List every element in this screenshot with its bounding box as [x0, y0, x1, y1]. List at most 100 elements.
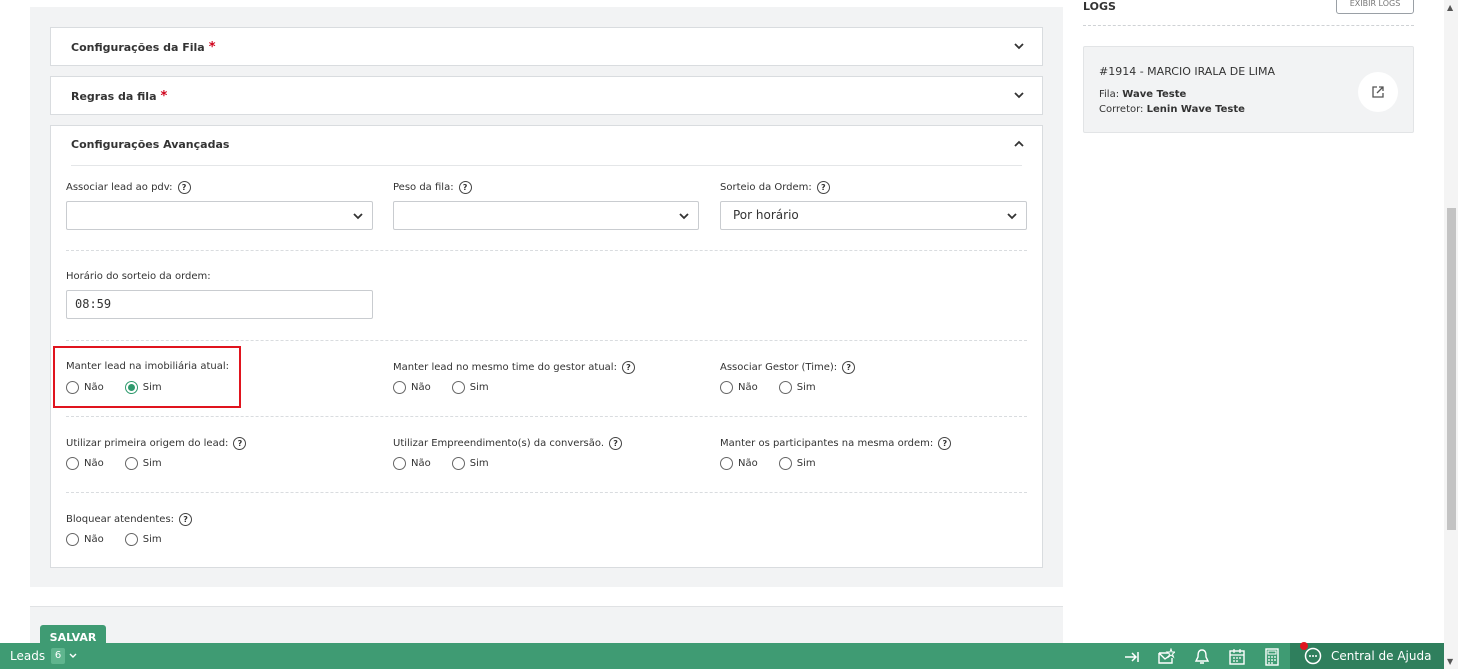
collapse-right-icon[interactable] [1123, 648, 1141, 666]
radio-circle[interactable] [124, 533, 138, 546]
radio-label: Sim [142, 458, 162, 469]
help-icon[interactable]: ? [458, 181, 472, 194]
open-external-button[interactable] [1358, 72, 1398, 112]
leads-label[interactable]: Leads [10, 649, 45, 663]
chevron-down-icon [679, 213, 689, 220]
scroll-up-icon[interactable]: ▲ [1447, 3, 1453, 12]
radio-sim[interactable]: Sim [451, 381, 489, 394]
highlight-box [53, 346, 241, 408]
help-icon[interactable]: ? [842, 361, 856, 374]
radio-sim[interactable]: Sim [451, 457, 489, 470]
radio-label: Não [84, 534, 104, 545]
radio-nao[interactable]: Não [393, 457, 431, 470]
radio-label: Sim [469, 458, 489, 469]
chevron-up-icon[interactable] [1012, 137, 1026, 151]
external-link-icon [1372, 86, 1384, 98]
associar-gestor-label: Associar Gestor (Time):? [720, 361, 856, 374]
radio-sim[interactable]: Sim [124, 533, 162, 546]
radio-circle[interactable] [66, 533, 79, 546]
calendar-icon[interactable] [1228, 648, 1246, 666]
divider [66, 416, 1027, 417]
mail-star-icon[interactable] [1157, 648, 1175, 666]
radio-label: Não [738, 458, 758, 469]
help-icon[interactable]: ? [938, 437, 952, 450]
radio-circle[interactable] [451, 457, 465, 470]
sorteio-ordem-select[interactable]: Por horário [720, 201, 1027, 230]
accordion-header[interactable]: Configurações Avançadas [51, 126, 1042, 164]
radio-circle[interactable] [393, 381, 406, 394]
radio-nao[interactable]: Não [720, 381, 758, 394]
divider [66, 492, 1027, 493]
peso-fila-label: Peso da fila:? [393, 181, 472, 194]
radio-label: Sim [142, 534, 162, 545]
divider [1083, 25, 1414, 26]
accordion-regras-fila[interactable]: Regras da fila * [50, 76, 1043, 115]
action-strip [30, 606, 1063, 646]
radio-label: Não [84, 458, 104, 469]
primeira-origem-label: Utilizar primeira origem do lead:? [66, 437, 247, 450]
radio-label: Sim [796, 382, 816, 393]
radio-circle[interactable] [778, 457, 792, 470]
radio-circle[interactable] [720, 457, 733, 470]
radio-circle[interactable] [393, 457, 406, 470]
show-logs-button[interactable]: EXIBIR LOGS [1336, 0, 1414, 14]
radio-circle[interactable] [778, 381, 792, 394]
bloquear-radio-group: Não Sim [66, 533, 183, 546]
required-mark: * [160, 89, 168, 104]
divider [66, 340, 1027, 341]
log-card-fila: Fila: Wave Teste [1099, 89, 1187, 100]
calculator-icon[interactable] [1263, 648, 1281, 666]
radio-circle[interactable] [66, 457, 79, 470]
scrollbar[interactable]: ▲ ▼ [1444, 0, 1458, 669]
associar-lead-pdv-label: Associar lead ao pdv:? [66, 181, 191, 194]
help-icon[interactable]: ? [179, 513, 193, 526]
bottom-bar: Leads 6 Central de Ajuda [0, 642, 1444, 669]
accordion-title: Configurações da Fila * [71, 40, 216, 55]
radio-sim[interactable]: Sim [778, 457, 816, 470]
bell-icon[interactable] [1193, 648, 1211, 666]
help-icon[interactable]: ? [621, 361, 635, 374]
radio-sim[interactable]: Sim [124, 457, 162, 470]
mesma-ordem-label: Manter os participantes na mesma ordem:? [720, 437, 952, 450]
log-card: #1914 - MARCIO IRALA DE LIMA Fila: Wave … [1083, 46, 1414, 133]
radio-nao[interactable]: Não [720, 457, 758, 470]
log-card-corretor: Corretor: Lenin Wave Teste [1099, 104, 1245, 115]
chevron-down-icon [353, 213, 363, 220]
radio-nao[interactable]: Não [66, 457, 104, 470]
radio-label: Sim [469, 382, 489, 393]
chevron-down-icon[interactable] [1012, 39, 1026, 53]
manter-time-gestor-label: Manter lead no mesmo time do gestor atua… [393, 361, 635, 374]
accordion-title: Configurações Avançadas [71, 138, 230, 151]
scroll-down-icon[interactable]: ▼ [1447, 657, 1453, 666]
radio-circle[interactable] [720, 381, 733, 394]
radio-label: Não [738, 382, 758, 393]
help-center-button[interactable]: Central de Ajuda [1290, 642, 1444, 669]
required-mark: * [208, 40, 216, 55]
horario-sorteio-input[interactable]: 08:59 [66, 290, 373, 319]
radio-circle[interactable] [451, 381, 465, 394]
help-icon[interactable]: ? [816, 181, 830, 194]
horario-sorteio-label: Horário do sorteio da ordem: [66, 271, 211, 282]
radio-nao[interactable]: Não [66, 533, 104, 546]
leads-count-badge: 6 [51, 648, 65, 664]
radio-label: Não [411, 458, 431, 469]
help-icon[interactable]: ? [609, 437, 623, 450]
help-icon[interactable]: ? [177, 181, 191, 194]
help-icon[interactable]: ? [233, 437, 247, 450]
help-center-label: Central de Ajuda [1331, 649, 1432, 663]
scroll-thumb[interactable] [1447, 208, 1456, 530]
accordion-title: Regras da fila * [71, 89, 168, 104]
page: Configurações da Fila * Regras da fila * C… [0, 0, 1458, 669]
chevron-down-icon[interactable] [68, 649, 78, 663]
radio-circle[interactable] [124, 457, 138, 470]
accordion-config-fila[interactable]: Configurações da Fila * [50, 27, 1043, 66]
peso-fila-select[interactable] [393, 201, 699, 230]
radio-sim[interactable]: Sim [778, 381, 816, 394]
associar-lead-pdv-select[interactable] [66, 201, 373, 230]
radio-nao[interactable]: Não [393, 381, 431, 394]
sorteio-ordem-label: Sorteio da Ordem:? [720, 181, 830, 194]
empreendimentos-radio-group: Não Sim [393, 457, 510, 470]
logs-title: LOGS [1083, 0, 1116, 13]
chevron-down-icon[interactable] [1012, 88, 1026, 102]
primeira-origem-radio-group: Não Sim [66, 457, 183, 470]
